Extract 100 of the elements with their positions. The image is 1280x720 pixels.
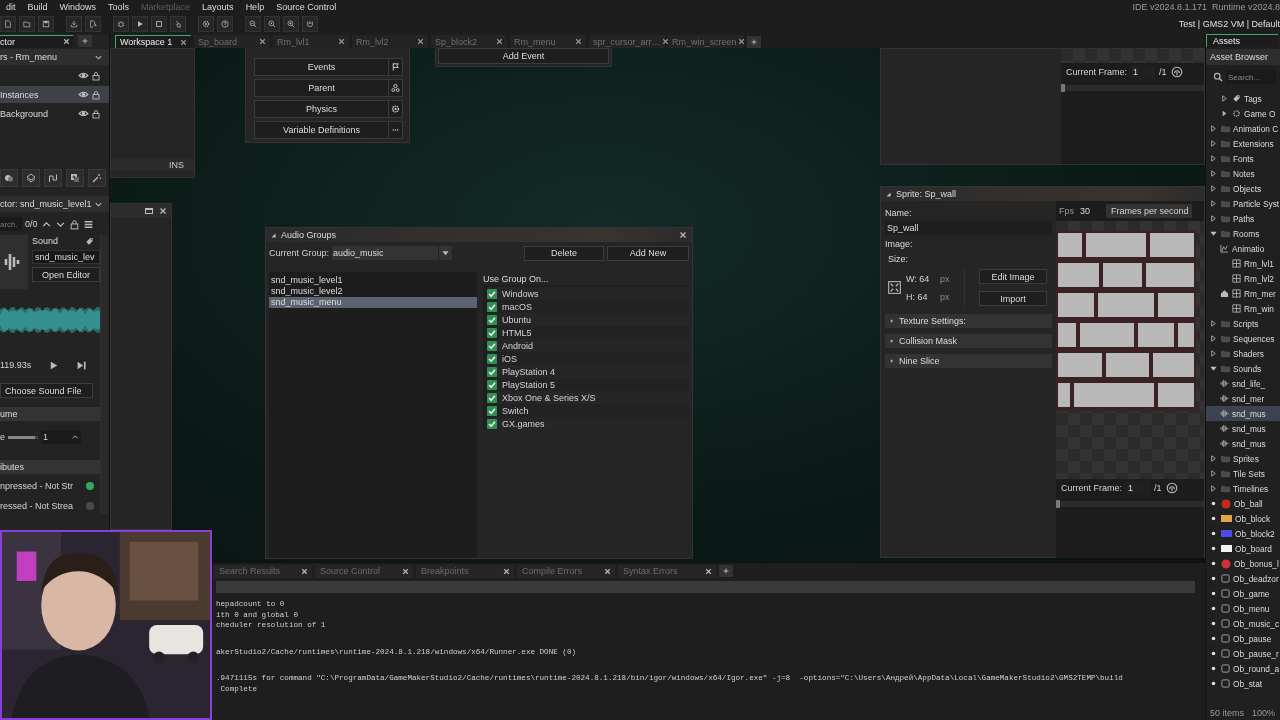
- inspector-dropdown[interactable]: ctor: snd_music_level1: [0, 196, 109, 212]
- asset-browser-header[interactable]: Asset Browser: [1206, 49, 1280, 65]
- expand-arrow-icon[interactable]: [1220, 94, 1229, 103]
- section-header[interactable]: Collision Mask: [885, 334, 1052, 348]
- asset-item[interactable]: Animatio: [1232, 243, 1265, 254]
- asset-item[interactable]: Game O: [1244, 108, 1276, 119]
- close-icon[interactable]: [300, 566, 309, 576]
- frame-field[interactable]: 1: [1131, 65, 1155, 79]
- skip-icon[interactable]: [76, 359, 87, 371]
- expand-arrow-icon[interactable]: [1209, 214, 1218, 223]
- add-tab-icon[interactable]: [747, 36, 761, 48]
- asset-item[interactable]: Ob_block2: [1235, 528, 1275, 539]
- stop-icon[interactable]: [151, 16, 167, 32]
- editor-button[interactable]: Physics: [254, 100, 403, 118]
- menu-item[interactable]: dit: [0, 1, 22, 13]
- add-layer-icon[interactable]: [66, 169, 84, 187]
- expand-arrow-icon[interactable]: [1209, 349, 1218, 358]
- expand-arrow-icon[interactable]: [1209, 139, 1218, 148]
- name-field[interactable]: Sp_wall: [885, 221, 1052, 235]
- close-icon[interactable]: [258, 37, 267, 46]
- open-folder-icon[interactable]: [19, 16, 35, 32]
- close-icon[interactable]: [736, 37, 746, 46]
- asset-item[interactable]: Ob_game: [1233, 588, 1270, 599]
- tag-icon[interactable]: [85, 236, 94, 246]
- asset-item[interactable]: snd_mer: [1232, 393, 1265, 404]
- group-dropdown[interactable]: audio_music: [332, 246, 453, 260]
- expand-arrow-icon[interactable]: [1209, 469, 1218, 478]
- resize-icon[interactable]: [888, 281, 901, 294]
- asset-item[interactable]: snd_life_: [1232, 378, 1266, 389]
- asset-item[interactable]: Timelines: [1233, 483, 1269, 494]
- parent-icon[interactable]: [388, 80, 402, 96]
- magic-wand-icon[interactable]: [88, 169, 106, 187]
- checkbox[interactable]: [487, 353, 497, 364]
- editor-button[interactable]: Parent: [254, 79, 403, 97]
- asset-item[interactable]: Ob_bonus_l: [1234, 558, 1279, 569]
- eye-icon[interactable]: [78, 70, 89, 81]
- checkbox[interactable]: [487, 379, 497, 390]
- lock-icon[interactable]: [68, 218, 80, 230]
- asset-item[interactable]: Objects: [1233, 183, 1262, 194]
- asset-item[interactable]: Notes: [1233, 168, 1255, 179]
- choose-file-button[interactable]: Choose Sound File: [0, 383, 93, 398]
- expand-arrow-icon[interactable]: [1209, 124, 1218, 133]
- section-header[interactable]: ume: [0, 407, 100, 421]
- asset-item[interactable]: Extensions: [1233, 138, 1274, 149]
- asset-item[interactable]: Tags: [1244, 93, 1262, 104]
- asset-item[interactable]: Ob_ball: [1234, 498, 1263, 509]
- menu-item[interactable]: Layouts: [196, 1, 240, 13]
- eye-icon[interactable]: [78, 108, 89, 119]
- close-icon[interactable]: [704, 566, 713, 576]
- checkbox[interactable]: [487, 366, 497, 377]
- close-icon[interactable]: [660, 37, 670, 46]
- circles-icon[interactable]: [0, 169, 18, 187]
- sound-list-item[interactable]: snd_music_level2: [269, 286, 477, 297]
- add-event-button[interactable]: Add Event: [438, 48, 609, 64]
- play-icon[interactable]: [132, 16, 148, 32]
- broom-icon[interactable]: [170, 16, 186, 32]
- help-icon[interactable]: [217, 16, 233, 32]
- gear-icon[interactable]: [388, 101, 402, 117]
- editor-tab[interactable]: Workspace 1: [115, 35, 191, 48]
- checkbox[interactable]: [487, 418, 497, 429]
- edit-image-button[interactable]: Edit Image: [979, 269, 1047, 284]
- lock-icon[interactable]: [91, 70, 101, 81]
- menu-item[interactable]: Tools: [102, 1, 136, 13]
- close-icon[interactable]: [416, 37, 425, 46]
- delete-button[interactable]: Delete: [524, 245, 604, 261]
- asset-item[interactable]: Paths: [1233, 213, 1255, 224]
- close-icon[interactable]: [574, 37, 583, 46]
- asset-item[interactable]: snd_mus: [1232, 438, 1266, 449]
- sound-list-item[interactable]: snd_music_menu: [269, 297, 477, 308]
- menu-item[interactable]: Build: [21, 1, 54, 13]
- eye-icon[interactable]: [78, 89, 89, 100]
- asset-item[interactable]: Animation C: [1233, 123, 1279, 134]
- section-header[interactable]: Texture Settings:: [885, 314, 1052, 328]
- zoom-reset-icon[interactable]: [264, 16, 280, 32]
- close-icon[interactable]: [401, 566, 410, 576]
- asset-item[interactable]: Ob_round_a: [1233, 663, 1280, 674]
- checkbox[interactable]: [487, 405, 497, 416]
- volume-field[interactable]: 1: [41, 430, 81, 444]
- asset-item[interactable]: Fonts: [1233, 153, 1254, 164]
- open-editor-button[interactable]: Open Editor: [32, 267, 100, 282]
- target-selector[interactable]: Test | GMS2 VM | Default: [1178, 19, 1280, 29]
- bug-icon[interactable]: [113, 16, 129, 32]
- asset-item[interactable]: Ob_menu: [1233, 603, 1270, 614]
- search-field[interactable]: Search...: [1226, 70, 1276, 84]
- import-button[interactable]: Import: [979, 291, 1047, 306]
- asset-item[interactable]: Rm_lvl2: [1244, 273, 1274, 284]
- panel-tab[interactable]: ctor: [0, 34, 73, 48]
- menu-icon[interactable]: [82, 218, 94, 230]
- menu-item[interactable]: Help: [239, 1, 271, 13]
- zoom-in-icon[interactable]: [283, 16, 299, 32]
- expand-arrow-icon[interactable]: [1209, 454, 1218, 463]
- search-field[interactable]: arch.: [0, 217, 22, 231]
- path-icon[interactable]: [44, 169, 62, 187]
- close-icon[interactable]: [62, 37, 71, 46]
- expand-arrow-icon[interactable]: [1220, 109, 1229, 118]
- slider-thumb[interactable]: [1061, 84, 1065, 92]
- close-icon[interactable]: [179, 37, 188, 47]
- expand-arrow-icon[interactable]: [1209, 364, 1218, 373]
- new-file-icon[interactable]: [0, 16, 16, 32]
- asset-item[interactable]: Rm_mer: [1244, 288, 1276, 299]
